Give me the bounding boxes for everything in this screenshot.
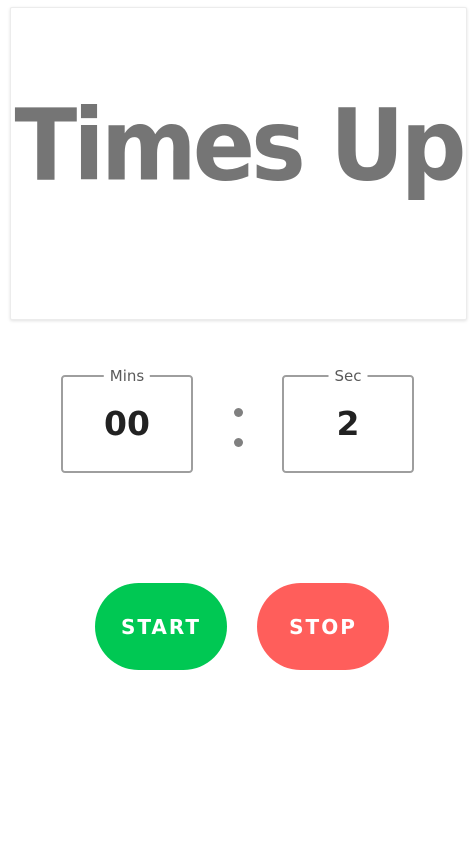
seconds-value[interactable]: 2 bbox=[284, 407, 412, 440]
display-message: Times Up bbox=[14, 87, 466, 204]
colon-dot-top bbox=[234, 408, 243, 417]
start-button[interactable]: START bbox=[95, 583, 227, 670]
minutes-value[interactable]: 00 bbox=[63, 407, 191, 440]
display-card: Times Up bbox=[10, 7, 467, 320]
minutes-field[interactable]: Mins 00 bbox=[61, 367, 193, 473]
time-separator-colon bbox=[230, 404, 246, 454]
timer-app: Times Up Mins 00 Sec 2 START STOP bbox=[0, 0, 472, 841]
colon-dot-bottom bbox=[234, 438, 243, 447]
minutes-label: Mins bbox=[103, 367, 151, 385]
seconds-label: Sec bbox=[328, 367, 368, 385]
seconds-field[interactable]: Sec 2 bbox=[282, 367, 414, 473]
stop-button[interactable]: STOP bbox=[257, 583, 389, 670]
